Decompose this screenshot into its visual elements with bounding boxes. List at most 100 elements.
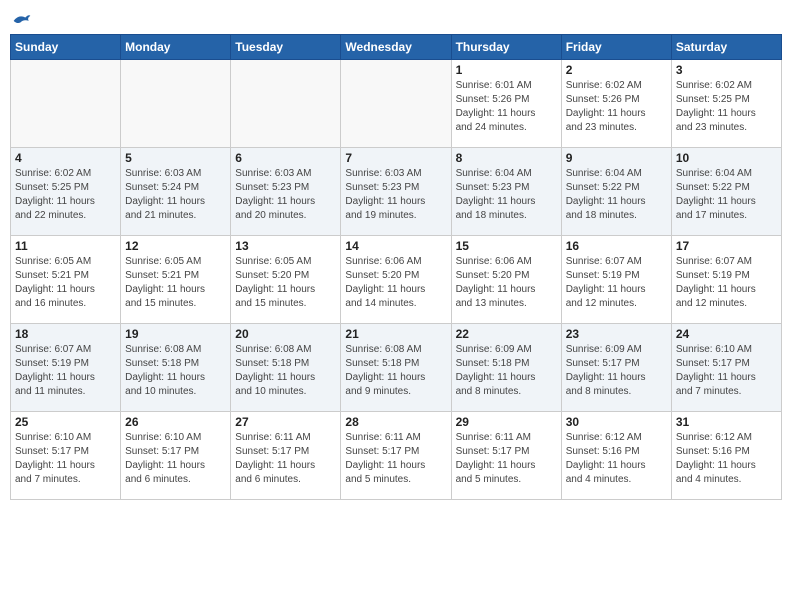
day-info: Sunrise: 6:02 AM Sunset: 5:25 PM Dayligh…: [15, 167, 116, 223]
day-number: 2: [566, 63, 667, 77]
day-number: 18: [15, 327, 116, 341]
day-number: 5: [125, 151, 226, 165]
day-info: Sunrise: 6:10 AM Sunset: 5:17 PM Dayligh…: [676, 343, 777, 399]
day-number: 28: [345, 415, 446, 429]
weekday-header-sunday: Sunday: [11, 35, 121, 60]
weekday-header-tuesday: Tuesday: [231, 35, 341, 60]
day-info: Sunrise: 6:04 AM Sunset: 5:22 PM Dayligh…: [676, 167, 777, 223]
calendar-cell: 29Sunrise: 6:11 AM Sunset: 5:17 PM Dayli…: [451, 412, 561, 500]
day-number: 8: [456, 151, 557, 165]
logo-bird-icon: [12, 10, 32, 30]
day-info: Sunrise: 6:08 AM Sunset: 5:18 PM Dayligh…: [345, 343, 446, 399]
day-number: 24: [676, 327, 777, 341]
calendar-body: 1 Sunrise: 6:01 AM Sunset: 5:26 PM Daylig…: [11, 60, 782, 500]
calendar-week-row: 4 Sunrise: 6:02 AM Sunset: 5:25 PM Daylig…: [11, 148, 782, 236]
day-number: 3: [676, 63, 777, 77]
calendar-week-row: 1 Sunrise: 6:01 AM Sunset: 5:26 PM Daylig…: [11, 60, 782, 148]
day-number: 15: [456, 239, 557, 253]
day-info: Sunrise: 6:02 AM Sunset: 5:26 PM Dayligh…: [566, 79, 667, 135]
day-info: Sunrise: 6:01 AM Sunset: 5:26 PM Dayligh…: [456, 79, 557, 135]
calendar-cell: 13 Sunrise: 6:05 AM Sunset: 5:20 PM Dayli…: [231, 236, 341, 324]
calendar-cell: 24 Sunrise: 6:10 AM Sunset: 5:17 PM Dayli…: [671, 324, 781, 412]
calendar-cell: [231, 60, 341, 148]
day-info: Sunrise: 6:11 AM Sunset: 5:17 PM Dayligh…: [456, 431, 557, 487]
day-info: Sunrise: 6:02 AM Sunset: 5:25 PM Dayligh…: [676, 79, 777, 135]
calendar-week-row: 11 Sunrise: 6:05 AM Sunset: 5:21 PM Dayli…: [11, 236, 782, 324]
day-number: 27: [235, 415, 336, 429]
weekday-header-saturday: Saturday: [671, 35, 781, 60]
weekday-header-wednesday: Wednesday: [341, 35, 451, 60]
day-info: Sunrise: 6:03 AM Sunset: 5:23 PM Dayligh…: [345, 167, 446, 223]
calendar-table: SundayMondayTuesdayWednesdayThursdayFrid…: [10, 34, 782, 500]
calendar-cell: 28Sunrise: 6:11 AM Sunset: 5:17 PM Dayli…: [341, 412, 451, 500]
weekday-header-friday: Friday: [561, 35, 671, 60]
day-number: 6: [235, 151, 336, 165]
day-info: Sunrise: 6:09 AM Sunset: 5:17 PM Dayligh…: [566, 343, 667, 399]
page-header: [10, 10, 782, 30]
day-info: Sunrise: 6:05 AM Sunset: 5:20 PM Dayligh…: [235, 255, 336, 311]
day-number: 11: [15, 239, 116, 253]
day-number: 22: [456, 327, 557, 341]
calendar-cell: 20 Sunrise: 6:08 AM Sunset: 5:18 PM Dayli…: [231, 324, 341, 412]
day-info: Sunrise: 6:10 AM Sunset: 5:17 PM Dayligh…: [15, 431, 116, 487]
day-number: 13: [235, 239, 336, 253]
day-number: 1: [456, 63, 557, 77]
day-number: 19: [125, 327, 226, 341]
calendar-cell: 12 Sunrise: 6:05 AM Sunset: 5:21 PM Dayli…: [121, 236, 231, 324]
calendar-cell: 22 Sunrise: 6:09 AM Sunset: 5:18 PM Dayli…: [451, 324, 561, 412]
calendar-cell: 6 Sunrise: 6:03 AM Sunset: 5:23 PM Daylig…: [231, 148, 341, 236]
calendar-cell: 1 Sunrise: 6:01 AM Sunset: 5:26 PM Daylig…: [451, 60, 561, 148]
day-info: Sunrise: 6:08 AM Sunset: 5:18 PM Dayligh…: [235, 343, 336, 399]
day-number: 26: [125, 415, 226, 429]
day-info: Sunrise: 6:06 AM Sunset: 5:20 PM Dayligh…: [345, 255, 446, 311]
calendar-cell: 31Sunrise: 6:12 AM Sunset: 5:16 PM Dayli…: [671, 412, 781, 500]
calendar-cell: 25 Sunrise: 6:10 AM Sunset: 5:17 PM Dayli…: [11, 412, 121, 500]
calendar-cell: 3 Sunrise: 6:02 AM Sunset: 5:25 PM Daylig…: [671, 60, 781, 148]
day-number: 7: [345, 151, 446, 165]
day-number: 9: [566, 151, 667, 165]
weekday-header-monday: Monday: [121, 35, 231, 60]
day-info: Sunrise: 6:08 AM Sunset: 5:18 PM Dayligh…: [125, 343, 226, 399]
day-number: 14: [345, 239, 446, 253]
day-number: 25: [15, 415, 116, 429]
calendar-cell: 26 Sunrise: 6:10 AM Sunset: 5:17 PM Dayli…: [121, 412, 231, 500]
day-number: 4: [15, 151, 116, 165]
calendar-cell: 23 Sunrise: 6:09 AM Sunset: 5:17 PM Dayli…: [561, 324, 671, 412]
day-number: 31: [676, 415, 777, 429]
day-number: 16: [566, 239, 667, 253]
calendar-cell: 17 Sunrise: 6:07 AM Sunset: 5:19 PM Dayli…: [671, 236, 781, 324]
calendar-cell: [121, 60, 231, 148]
day-number: 23: [566, 327, 667, 341]
day-number: 21: [345, 327, 446, 341]
calendar-cell: 7 Sunrise: 6:03 AM Sunset: 5:23 PM Daylig…: [341, 148, 451, 236]
calendar-cell: 21 Sunrise: 6:08 AM Sunset: 5:18 PM Dayli…: [341, 324, 451, 412]
day-info: Sunrise: 6:04 AM Sunset: 5:22 PM Dayligh…: [566, 167, 667, 223]
day-info: Sunrise: 6:07 AM Sunset: 5:19 PM Dayligh…: [676, 255, 777, 311]
calendar-cell: 15 Sunrise: 6:06 AM Sunset: 5:20 PM Dayli…: [451, 236, 561, 324]
day-info: Sunrise: 6:05 AM Sunset: 5:21 PM Dayligh…: [125, 255, 226, 311]
calendar-cell: [11, 60, 121, 148]
calendar-week-row: 25 Sunrise: 6:10 AM Sunset: 5:17 PM Dayli…: [11, 412, 782, 500]
calendar-cell: 4 Sunrise: 6:02 AM Sunset: 5:25 PM Daylig…: [11, 148, 121, 236]
calendar-cell: 2 Sunrise: 6:02 AM Sunset: 5:26 PM Daylig…: [561, 60, 671, 148]
calendar-cell: 11Sunrise: 6:05 AM Sunset: 5:21 PM Dayli…: [11, 236, 121, 324]
day-info: Sunrise: 6:09 AM Sunset: 5:18 PM Dayligh…: [456, 343, 557, 399]
day-info: Sunrise: 6:03 AM Sunset: 5:23 PM Dayligh…: [235, 167, 336, 223]
day-number: 20: [235, 327, 336, 341]
day-info: Sunrise: 6:10 AM Sunset: 5:17 PM Dayligh…: [125, 431, 226, 487]
day-info: Sunrise: 6:06 AM Sunset: 5:20 PM Dayligh…: [456, 255, 557, 311]
calendar-cell: 19 Sunrise: 6:08 AM Sunset: 5:18 PM Dayli…: [121, 324, 231, 412]
calendar-cell: 5 Sunrise: 6:03 AM Sunset: 5:24 PM Daylig…: [121, 148, 231, 236]
day-number: 30: [566, 415, 667, 429]
calendar-cell: 8Sunrise: 6:04 AM Sunset: 5:23 PM Daylig…: [451, 148, 561, 236]
day-info: Sunrise: 6:03 AM Sunset: 5:24 PM Dayligh…: [125, 167, 226, 223]
day-info: Sunrise: 6:12 AM Sunset: 5:16 PM Dayligh…: [566, 431, 667, 487]
calendar-cell: 18Sunrise: 6:07 AM Sunset: 5:19 PM Dayli…: [11, 324, 121, 412]
calendar-cell: 27 Sunrise: 6:11 AM Sunset: 5:17 PM Dayli…: [231, 412, 341, 500]
day-number: 12: [125, 239, 226, 253]
day-number: 17: [676, 239, 777, 253]
calendar-cell: [341, 60, 451, 148]
day-info: Sunrise: 6:11 AM Sunset: 5:17 PM Dayligh…: [235, 431, 336, 487]
calendar-cell: 9 Sunrise: 6:04 AM Sunset: 5:22 PM Daylig…: [561, 148, 671, 236]
calendar-cell: 16Sunrise: 6:07 AM Sunset: 5:19 PM Dayli…: [561, 236, 671, 324]
